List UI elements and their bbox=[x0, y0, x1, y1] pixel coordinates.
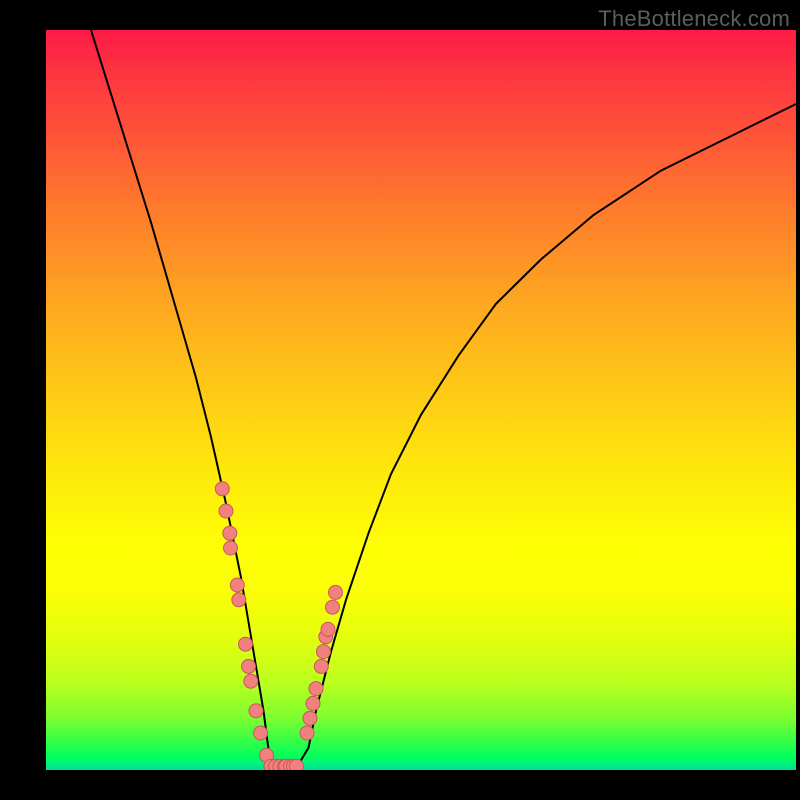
data-point bbox=[329, 585, 343, 599]
data-point bbox=[321, 622, 335, 636]
data-point bbox=[317, 645, 331, 659]
plot-area bbox=[46, 30, 796, 770]
data-point bbox=[223, 526, 237, 540]
data-point bbox=[306, 696, 320, 710]
data-point bbox=[244, 674, 258, 688]
data-point bbox=[242, 659, 256, 673]
data-point bbox=[314, 659, 328, 673]
fit-curve bbox=[91, 30, 796, 766]
data-point bbox=[239, 637, 253, 651]
data-point bbox=[215, 482, 229, 496]
fit-curve-path bbox=[91, 30, 796, 766]
data-point bbox=[309, 682, 323, 696]
data-point bbox=[230, 578, 244, 592]
data-point bbox=[326, 600, 340, 614]
data-point bbox=[290, 759, 304, 770]
watermark-text: TheBottleneck.com bbox=[598, 6, 790, 32]
data-point bbox=[249, 704, 263, 718]
data-points bbox=[215, 482, 342, 770]
data-point bbox=[303, 711, 317, 725]
plot-svg bbox=[46, 30, 796, 770]
data-point bbox=[219, 504, 233, 518]
data-point bbox=[224, 541, 238, 555]
chart-frame: TheBottleneck.com bbox=[0, 0, 800, 800]
data-point bbox=[300, 726, 314, 740]
data-point bbox=[254, 726, 268, 740]
data-point bbox=[232, 593, 246, 607]
